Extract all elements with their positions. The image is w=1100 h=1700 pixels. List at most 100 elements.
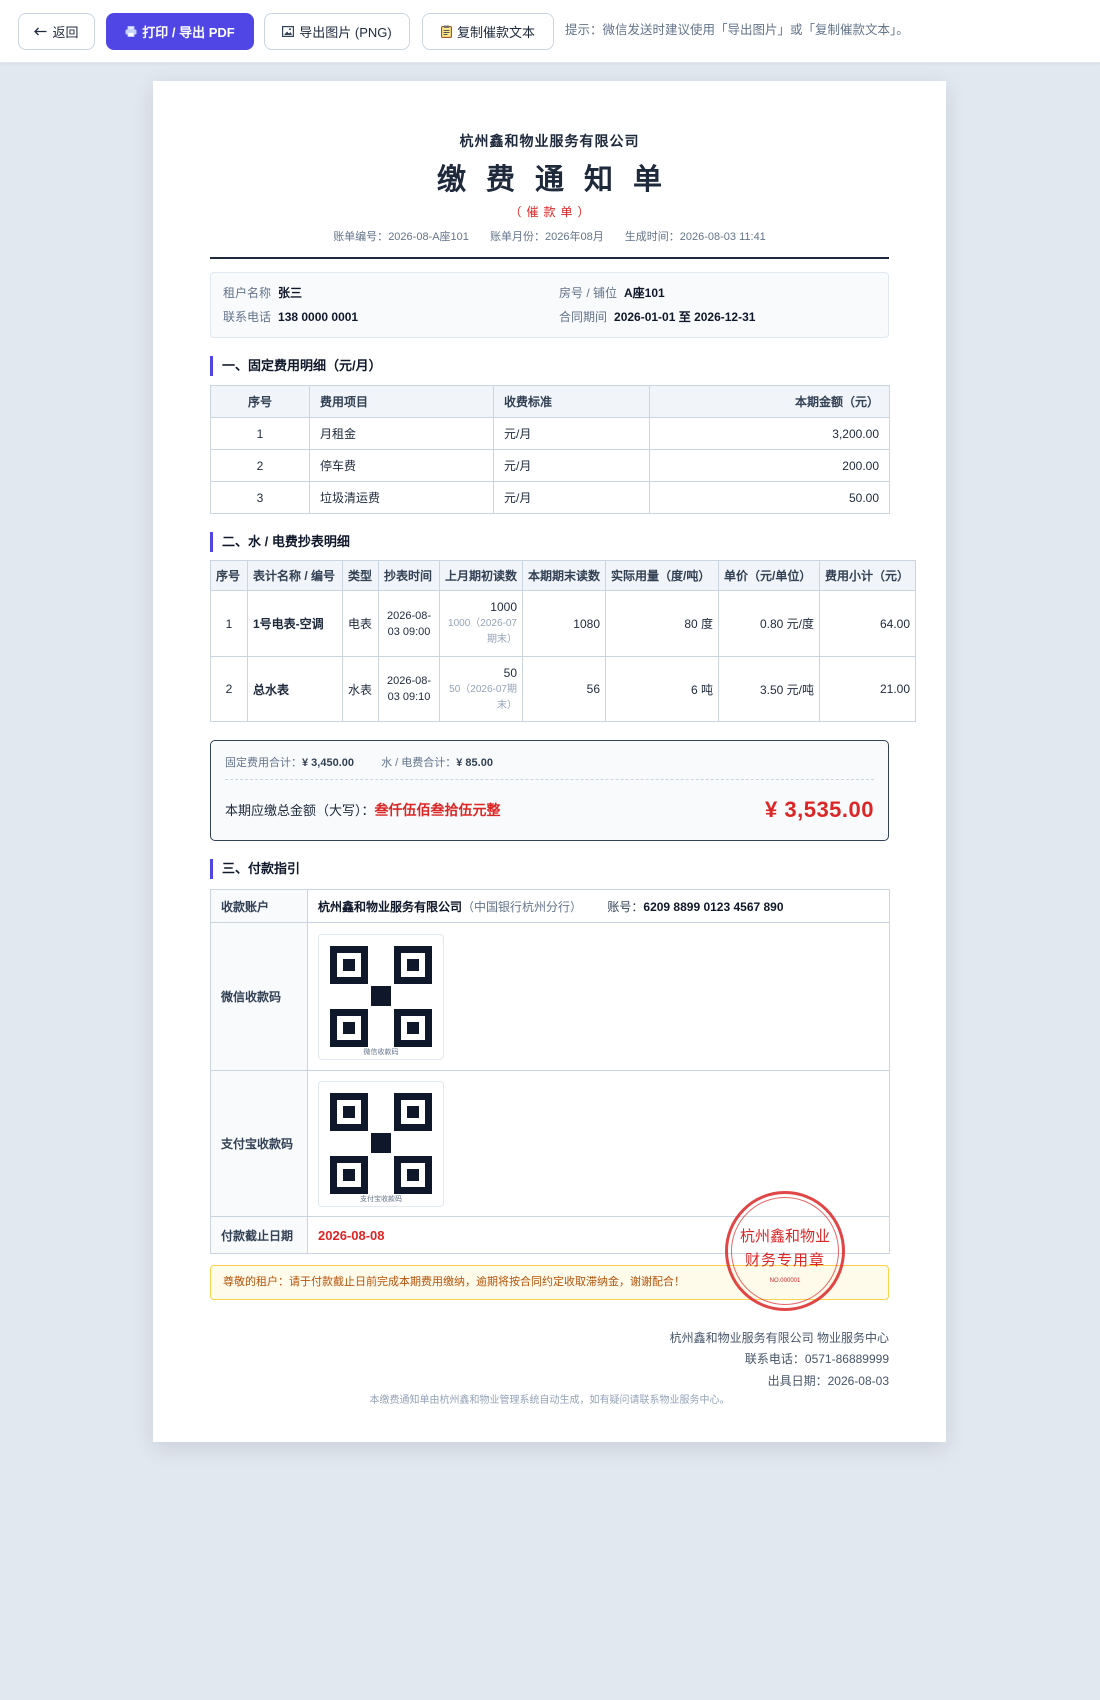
previous-reading-note: 50（2026-07期末）: [449, 683, 517, 711]
previous-reading: 50 50（2026-07期末）: [439, 656, 523, 722]
previous-reading-value: 1000: [490, 600, 517, 614]
wechat-qr-label: 微信收款码: [210, 922, 308, 1071]
utility-total-value: ¥ 85.00: [456, 757, 493, 769]
printer-icon: [125, 26, 137, 37]
meter-readings-table: 序号 表计名称 / 编号 类型 抄表时间 上月期初读数 本期期末读数 实际用量（…: [210, 560, 916, 722]
fee-unit: 元/月: [493, 481, 650, 514]
column-header: 序号: [210, 385, 310, 418]
fee-item: 月租金: [309, 417, 494, 450]
contact-phone: 联系电话 138 0000 0001: [223, 305, 559, 329]
toolbar-hint: 提示：微信发送时建议使用「导出图片」或「复制催款文本」。: [565, 23, 909, 37]
footer-phone-value: 0571-86889999: [804, 1352, 889, 1366]
fee-amount: 50.00: [649, 481, 890, 514]
bill-number: 账单编号：2026-08-A座101: [333, 231, 469, 243]
qr-code-icon: [330, 945, 432, 1047]
previous-reading-note: 1000（2026-07期末）: [448, 618, 517, 645]
column-header: 实际用量（度/吨）: [605, 560, 719, 591]
payment-row-account: 收款账户 杭州鑫和物业服务有限公司（中国银行杭州分行） 账号：6209 8899…: [210, 889, 890, 923]
fee-amount: 3,200.00: [649, 417, 890, 450]
fee-unit: 元/月: [493, 417, 650, 450]
subtotals-line: 固定费用合计：¥ 3,450.00 水 / 电费合计：¥ 85.00: [225, 753, 874, 780]
footer-date-label: 出具日期：: [767, 1374, 828, 1388]
copy-text-button[interactable]: 复制催款文本: [422, 13, 554, 50]
print-export-pdf-button[interactable]: 打印 / 导出 PDF: [106, 13, 254, 50]
contact-phone-value: 138 0000 0001: [278, 310, 359, 324]
fee-no: 2: [210, 449, 310, 482]
table-row: 1 1号电表-空调 电表 2026-08-03 09:00 1000 1000（…: [210, 590, 916, 657]
image-icon: [282, 26, 295, 37]
fee-unit: 元/月: [493, 449, 650, 482]
clipboard-icon: [441, 25, 452, 38]
stamp-line-1: 杭州鑫和物业: [739, 1228, 830, 1245]
totals-box: 固定费用合计：¥ 3,450.00 水 / 电费合计：¥ 85.00 本期应缴总…: [210, 740, 889, 841]
account-number: 6209 8899 0123 4567 890: [643, 899, 784, 914]
notice-title: 缴费通知单: [436, 164, 682, 196]
previous-reading: 1000 1000（2026-07期末）: [439, 590, 523, 657]
generated-time-value: 2026-08-03 11:41: [679, 231, 766, 243]
print-button-label: 打印 / 导出 PDF: [142, 25, 235, 40]
table-row: 2 停车费 元/月 200.00: [210, 449, 890, 482]
notice-meta: 账单编号：2026-08-A座101 账单月份：2026年08月 生成时间：20…: [210, 228, 889, 246]
bill-month-label: 账单月份：: [489, 231, 545, 243]
back-button-label: 返回: [52, 25, 79, 40]
footer-note: 本缴费通知单由杭州鑫和物业管理系统自动生成，如有疑问请联系物业服务中心。: [369, 1395, 730, 1406]
table-header-row: 序号 费用项目 收费标准 本期金额（元）: [210, 385, 890, 418]
grand-total-line: 本期应缴总金额（大写）：叁仟伍佰叁拾伍元整 ¥ 3,535.00: [225, 790, 874, 830]
wechat-qr-cell: 微信收款码: [307, 922, 890, 1071]
stamp-inner-ring: [731, 1197, 839, 1305]
unit-price: 0.80 元/度: [718, 590, 820, 657]
stamp-serial: NO.000001: [769, 1278, 801, 1284]
fee-no: 3: [210, 481, 310, 514]
subtotal: 21.00: [819, 656, 916, 722]
usage: 80 度: [605, 590, 719, 657]
meter-no: 1: [210, 590, 248, 657]
back-button[interactable]: 返回: [18, 13, 95, 50]
column-header: 本期期末读数: [522, 560, 606, 591]
fixed-total-value: ¥ 3,450.00: [302, 757, 354, 769]
contract-period-value: 2026-01-01 至 2026-12-31: [614, 310, 756, 324]
room-number-label: 房号 / 铺位: [559, 286, 618, 300]
bill-number-value: 2026-08-A座101: [388, 231, 469, 243]
contract-period-label: 合同期间: [559, 310, 608, 324]
copy-text-button-label: 复制催款文本: [456, 25, 535, 40]
column-header: 抄表时间: [378, 560, 440, 591]
fee-amount: 200.00: [649, 449, 890, 482]
tenant-name-value: 张三: [278, 286, 303, 300]
column-header: 本期金额（元）: [649, 385, 890, 418]
utility-total-label: 水 / 电费合计：: [381, 757, 457, 769]
meter-name: 总水表: [247, 656, 343, 722]
notice-subtitle: （催款单）: [509, 205, 595, 219]
footer-phone: 联系电话：0571-86889999: [210, 1349, 889, 1370]
wechat-qr-caption: 微信收款码: [363, 1048, 399, 1056]
bill-number-label: 账单编号：: [333, 231, 389, 243]
deadline-value: 2026-08-08: [318, 1227, 385, 1243]
alipay-qr-caption: 支付宝收款码: [360, 1195, 402, 1203]
fixed-fees-table: 序号 费用项目 收费标准 本期金额（元） 1 月租金 元/月 3,200.00 …: [210, 385, 890, 514]
bill-month-value: 2026年08月: [544, 231, 604, 243]
reading-time: 2026-08-03 09:10: [378, 656, 440, 722]
unit-price: 3.50 元/吨: [718, 656, 820, 722]
room-number-value: A座101: [624, 286, 665, 300]
reading-time: 2026-08-03 09:00: [378, 590, 440, 657]
account-name: 杭州鑫和物业服务有限公司: [318, 899, 463, 914]
fee-item: 垃圾清运费: [309, 481, 494, 514]
usage: 6 吨: [605, 656, 719, 722]
contract-period: 合同期间 2026-01-01 至 2026-12-31: [559, 305, 876, 329]
amount-in-words: 本期应缴总金额（大写）：叁仟伍佰叁拾伍元整: [225, 800, 501, 820]
export-png-button[interactable]: 导出图片 (PNG): [264, 13, 410, 50]
amount-in-words-label: 本期应缴总金额（大写）：: [225, 803, 375, 818]
fee-item: 停车费: [309, 449, 494, 482]
column-header: 序号: [210, 560, 248, 591]
finance-seal-stamp: 杭州鑫和物业 财务专用章 NO.000001: [725, 1191, 845, 1311]
tenant-name: 租户名称 张三: [223, 281, 559, 305]
fixed-total-label: 固定费用合计：: [225, 757, 302, 769]
bill-month: 账单月份：2026年08月: [490, 231, 604, 243]
meter-type: 水表: [342, 656, 379, 722]
alipay-qr-code: 支付宝收款码: [318, 1080, 444, 1207]
company-name: 杭州鑫和物业服务有限公司: [459, 133, 640, 149]
generated-time-label: 生成时间：: [624, 231, 680, 243]
meter-type: 电表: [342, 590, 379, 657]
section-title-meters: 二、水 / 电费抄表明细: [210, 532, 889, 552]
fee-no: 1: [210, 417, 310, 450]
table-row: 2 总水表 水表 2026-08-03 09:10 50 50（2026-07期…: [210, 656, 916, 722]
